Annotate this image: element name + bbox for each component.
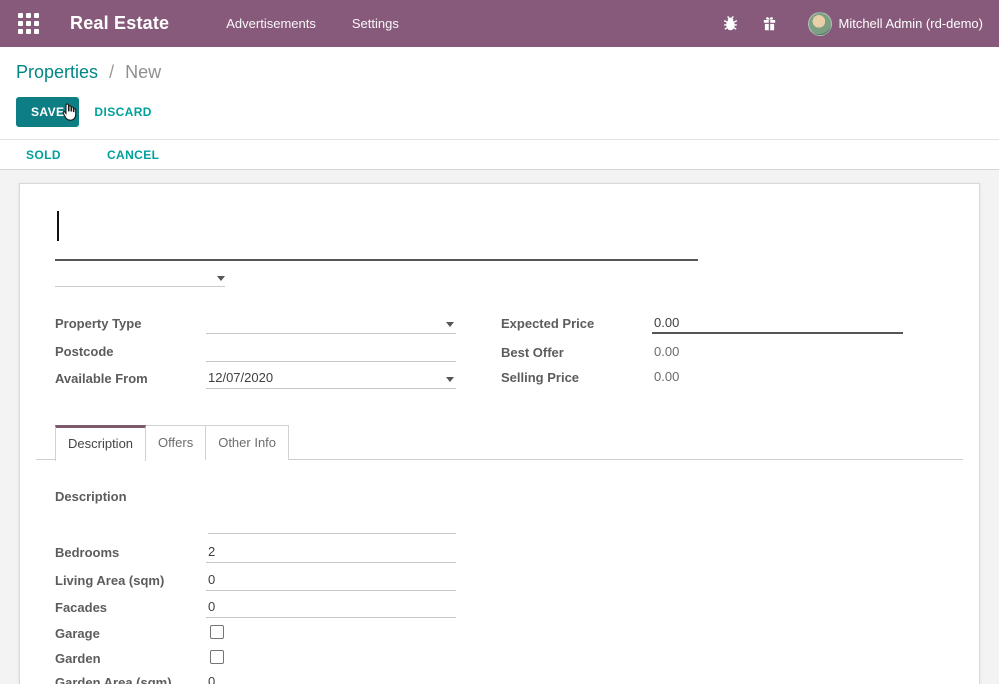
expected-price-input[interactable]: 0.00 [652, 315, 903, 334]
menu-item-advertisements[interactable]: Advertisements [226, 16, 316, 31]
facades-label: Facades [55, 599, 206, 618]
field-row-bedrooms: Bedrooms 2 [55, 544, 456, 563]
postcode-label: Postcode [55, 343, 206, 362]
best-offer-value: 0.00 [652, 344, 902, 363]
menu-item-settings[interactable]: Settings [352, 16, 399, 31]
description-textarea[interactable] [206, 488, 456, 534]
garage-cell [206, 625, 456, 644]
notebook-tabs: Description Offers Other Info [36, 425, 963, 460]
bedrooms-input[interactable]: 2 [206, 544, 456, 563]
user-name: Mitchell Admin (rd-demo) [839, 16, 984, 31]
form-view-background: Property Type Postcode Available From 12… [0, 170, 999, 684]
tab-description[interactable]: Description [55, 425, 146, 461]
expected-price-label: Expected Price [501, 315, 652, 334]
available-from-value: 12/07/2020 [208, 370, 273, 385]
description-label: Description [55, 488, 206, 534]
breadcrumb-separator: / [109, 62, 114, 82]
best-offer-label: Best Offer [501, 344, 652, 363]
cancel-button[interactable]: CANCEL [97, 148, 169, 162]
field-row-facades: Facades 0 [55, 599, 456, 618]
save-button[interactable]: SAVE [16, 97, 79, 127]
garden-label: Garden [55, 650, 206, 669]
discard-button[interactable]: DISCARD [94, 105, 151, 119]
top-menu: Advertisements Settings [226, 16, 399, 31]
property-name-input[interactable] [55, 202, 698, 261]
chevron-down-icon [217, 276, 225, 281]
garden-area-input[interactable]: 0 [206, 674, 456, 684]
field-row-garage: Garage [55, 625, 456, 644]
garden-area-label: Garden Area (sqm) [55, 674, 206, 684]
statusbar: SOLD CANCEL [0, 139, 999, 170]
field-row-selling-price: Selling Price 0.00 [501, 369, 902, 388]
field-row-best-offer: Best Offer 0.00 [501, 344, 902, 363]
living-area-value: 0 [208, 572, 215, 587]
garden-checkbox[interactable] [210, 650, 224, 664]
field-row-garden: Garden [55, 650, 456, 669]
bedrooms-value: 2 [208, 544, 215, 559]
property-type-label: Property Type [55, 315, 206, 334]
facades-value: 0 [208, 599, 215, 614]
bedrooms-label: Bedrooms [55, 544, 206, 563]
top-navbar: Real Estate Advertisements Settings Mitc… [0, 0, 999, 47]
text-cursor [57, 211, 59, 241]
available-from-label: Available From [55, 370, 206, 389]
field-row-property-type: Property Type [55, 315, 456, 334]
app-title: Real Estate [70, 13, 169, 34]
breadcrumb-current: New [125, 62, 161, 82]
available-from-input[interactable]: 12/07/2020 [206, 370, 456, 389]
gift-icon[interactable] [761, 15, 778, 32]
breadcrumb-properties-link[interactable]: Properties [16, 62, 98, 82]
garden-cell [206, 650, 456, 669]
garden-area-value: 0 [208, 674, 215, 684]
apps-grid-icon[interactable] [18, 13, 39, 34]
systray: Mitchell Admin (rd-demo) [722, 12, 984, 36]
control-panel: Properties / New SAVE DISCARD [0, 47, 999, 139]
property-tag-select[interactable] [55, 270, 225, 287]
field-row-available-from: Available From 12/07/2020 [55, 370, 456, 389]
breadcrumb: Properties / New [16, 62, 983, 83]
postcode-input[interactable] [206, 343, 456, 362]
bug-icon[interactable] [722, 15, 739, 32]
garage-label: Garage [55, 625, 206, 644]
garage-checkbox[interactable] [210, 625, 224, 639]
expected-price-value: 0.00 [654, 315, 679, 330]
living-area-input[interactable]: 0 [206, 572, 456, 591]
user-menu[interactable]: Mitchell Admin (rd-demo) [808, 12, 984, 36]
field-row-living-area: Living Area (sqm) 0 [55, 572, 456, 591]
control-panel-buttons: SAVE DISCARD [16, 97, 983, 127]
avatar [808, 12, 832, 36]
tab-offers[interactable]: Offers [146, 425, 206, 460]
field-row-expected-price: Expected Price 0.00 [501, 315, 903, 334]
tab-other-info[interactable]: Other Info [206, 425, 289, 460]
chevron-down-icon [446, 377, 454, 382]
facades-input[interactable]: 0 [206, 599, 456, 618]
selling-price-label: Selling Price [501, 369, 652, 388]
form-sheet: Property Type Postcode Available From 12… [19, 183, 980, 684]
living-area-label: Living Area (sqm) [55, 572, 206, 591]
field-row-postcode: Postcode [55, 343, 456, 362]
sold-button[interactable]: SOLD [16, 148, 71, 162]
property-type-input[interactable] [206, 315, 456, 334]
field-row-garden-area: Garden Area (sqm) 0 [55, 674, 456, 684]
chevron-down-icon [446, 322, 454, 327]
field-row-description: Description [55, 488, 456, 534]
selling-price-value: 0.00 [652, 369, 902, 388]
